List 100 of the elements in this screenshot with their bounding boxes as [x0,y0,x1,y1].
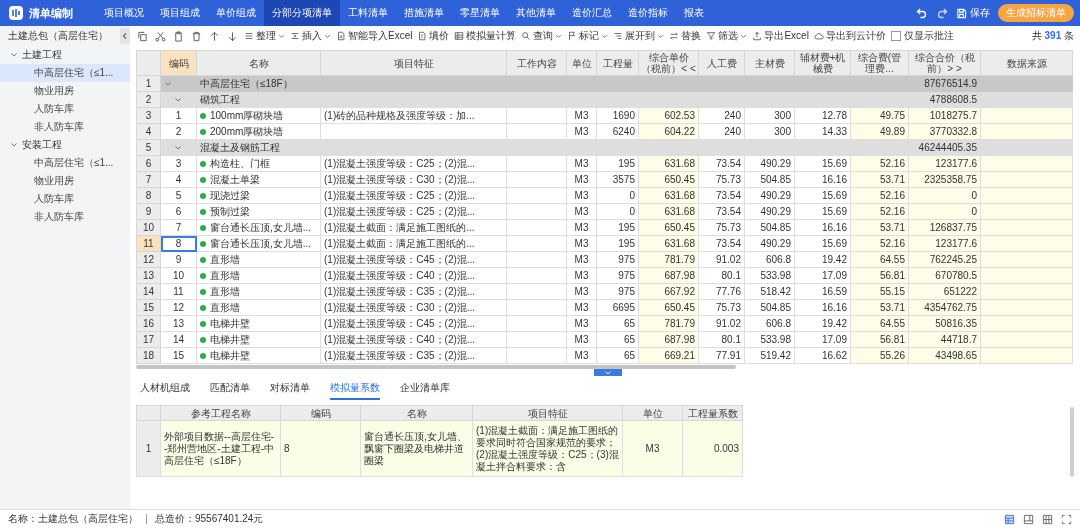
toolbar-button[interactable]: 导出到云计价 [813,29,886,43]
expand-toggle-icon[interactable] [174,143,182,152]
tree-item[interactable]: 非人防车库 [0,208,130,226]
toolbar-button[interactable]: 导出Excel [752,29,809,43]
table-cell: 650.45 [664,301,695,313]
delete-icon[interactable] [191,30,202,42]
column-header[interactable]: 综合单价（税前）< < [638,50,699,76]
table-cell: 65 [623,349,635,361]
panel-tab[interactable]: 人材机组成 [140,378,190,400]
tree-item[interactable]: 非人防车库 [0,118,130,136]
tree-item[interactable]: 物业用房 [0,172,130,190]
tree-item[interactable]: 人防车库 [0,100,130,118]
app-title: 清单编制 [29,5,73,21]
table-cell: 77.76 [715,285,741,297]
column-header[interactable]: 编码 [280,405,361,421]
toolbar-button[interactable]: 填价 [417,29,450,43]
panel-tab[interactable]: 模拟量系数 [330,378,380,400]
nav-tab[interactable]: 报表 [676,0,712,26]
nav-tab[interactable]: 造价汇总 [564,0,620,26]
panel-tab[interactable]: 对标清单 [270,378,310,400]
panel-tab[interactable]: 企业清单库 [400,378,450,400]
column-header[interactable]: 工程量 [596,50,639,76]
table-cell: 0 [971,189,977,201]
status-dot-icon [200,112,206,119]
group-name: 混凝土及钢筋工程 [200,141,280,153]
tree-item[interactable]: 中高层住宅（≤1... [0,154,130,172]
nav-tab[interactable]: 单价组成 [208,0,264,26]
table-cell: 3770332.8 [929,125,977,137]
save-button[interactable]: 保存 [956,6,990,20]
fullscreen-icon[interactable] [1061,513,1072,525]
toolbar-button[interactable]: 筛选 [706,29,748,43]
table-view-icon[interactable] [1004,513,1015,525]
column-header[interactable]: 单位 [566,50,597,76]
table-cell: 195 [618,237,635,249]
project-selector[interactable]: 土建总包（高层住宅） [8,29,108,43]
toolbar-button[interactable]: 模拟量计算 [454,29,517,43]
paste-icon[interactable] [173,30,184,42]
cut-icon[interactable] [155,30,166,42]
table-cell: 16.16 [821,173,847,185]
tree-node[interactable]: 土建工程 [0,46,130,64]
column-header[interactable]: 单位 [622,405,683,421]
expand-toggle-icon[interactable] [174,95,182,104]
nav-tab[interactable]: 分部分项清单 [264,0,340,26]
record-count: 共 391 条 [1031,29,1075,43]
column-header[interactable]: 参考工程名称 [160,405,281,421]
copy-icon[interactable] [137,30,148,42]
toolbar-button[interactable]: 展开到 [613,29,665,43]
collapse-handle[interactable] [594,369,622,376]
column-header[interactable]: 名称 [196,50,321,76]
tree-item[interactable]: 人防车库 [0,190,130,208]
table-cell: M3 [574,109,589,121]
toolbar-button[interactable]: 替换 [669,29,702,43]
column-header[interactable]: 项目特征 [320,50,507,76]
split-view-icon[interactable] [1023,513,1034,525]
column-header[interactable]: 工程量系数 [682,405,743,421]
tree-item[interactable]: 中高层住宅（≤1... [0,64,130,82]
vertical-scrollbar[interactable] [1070,407,1074,477]
column-header[interactable]: 数据来源 [980,50,1073,76]
toolbar-button[interactable]: 插入 [290,29,331,43]
column-header[interactable]: 综合费(管理费... [850,50,909,76]
column-header[interactable]: 人工费 [698,50,745,76]
toolbar-button[interactable]: 整理 [244,29,285,43]
toolbar-button[interactable]: 标记 [567,29,609,43]
undo-icon[interactable] [916,7,928,19]
table-cell: 11 [173,285,184,297]
down-arrow-icon[interactable] [227,30,238,42]
nav-tab[interactable]: 措施清单 [396,0,452,26]
expand-toggle-icon[interactable] [164,79,172,88]
redo-icon[interactable] [936,7,948,19]
nav-tab[interactable]: 工料清单 [340,0,396,26]
nav-tab[interactable]: 零星清单 [452,0,508,26]
nav-tab[interactable]: 项目概况 [96,0,152,26]
tree-node[interactable]: 安装工程 [0,136,130,154]
toolbar-button[interactable]: 查询 [521,29,563,43]
table-cell: 窗台通长压顶,女儿墙、飘窗下圈梁及电梯井道圈梁 [364,430,467,466]
annotation-checkbox[interactable]: 仅显示批注 [890,29,954,43]
column-header[interactable]: 项目特征 [472,405,623,421]
column-header[interactable]: 主材费 [744,50,795,76]
grid-icon [454,31,465,41]
nav-tab[interactable]: 项目组成 [152,0,208,26]
column-header[interactable]: 辅材费+机械费 [794,50,851,76]
collapse-button[interactable] [120,28,130,44]
group-total: 4788608.5 [929,93,977,105]
table-cell: 606.8 [765,253,791,265]
column-header[interactable]: 编码 [160,50,197,76]
column-header[interactable]: 综合合价（税前）> > [908,50,981,76]
up-arrow-icon[interactable] [209,30,220,42]
tree-item[interactable]: 物业用房 [0,82,130,100]
table-cell: 0 [629,205,635,217]
swap-icon [669,31,680,41]
column-header[interactable]: 工作内容 [506,50,567,76]
panel-tab[interactable]: 匹配清单 [210,378,250,400]
table-cell: 0 [971,205,977,217]
table-cell: 7 [175,221,182,233]
horizontal-scrollbar[interactable] [136,365,736,369]
nav-tab[interactable]: 造价指标 [620,0,676,26]
nav-tab[interactable]: 其他清单 [508,0,564,26]
toolbar-button[interactable]: 智能导入Excel [336,29,413,43]
column-header[interactable]: 名称 [360,405,473,421]
grid-view-icon[interactable] [1042,513,1053,525]
